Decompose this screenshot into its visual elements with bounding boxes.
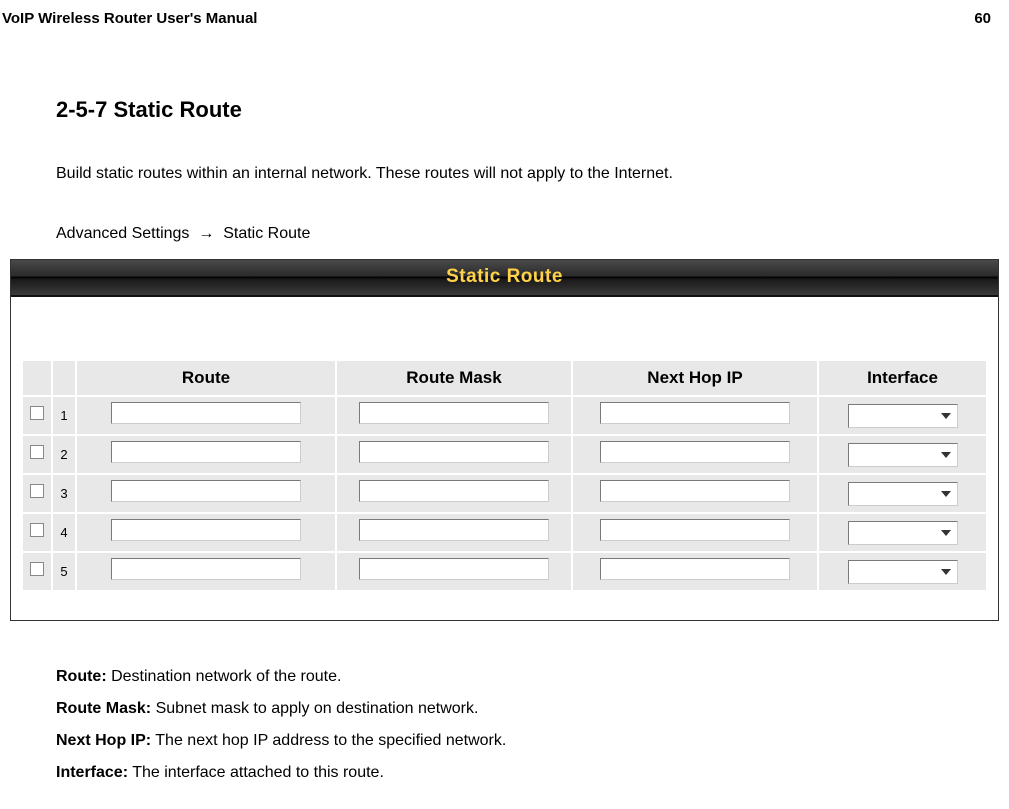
route-mask-input[interactable]	[359, 558, 549, 580]
interface-select[interactable]	[848, 560, 958, 584]
interface-select[interactable]	[848, 443, 958, 467]
route-input[interactable]	[111, 441, 301, 463]
breadcrumb-prefix: Advanced Settings	[56, 225, 189, 242]
row-number: 2	[53, 436, 75, 473]
route-input[interactable]	[111, 558, 301, 580]
col-mask-header: Route Mask	[337, 361, 571, 395]
section-intro: Build static routes within an internal n…	[56, 163, 1009, 185]
route-mask-input[interactable]	[359, 441, 549, 463]
chevron-down-icon	[941, 413, 951, 419]
row-number: 4	[53, 514, 75, 551]
chevron-down-icon	[941, 530, 951, 536]
route-mask-input[interactable]	[359, 480, 549, 502]
col-if-header: Interface	[819, 361, 986, 395]
col-route-header: Route	[77, 361, 335, 395]
panel-title: Static Route	[11, 260, 998, 297]
doc-title: VoIP Wireless Router User's Manual	[2, 10, 257, 27]
table-row: 1	[23, 397, 986, 434]
breadcrumb: Advanced Settings → Static Route	[56, 225, 1009, 243]
row-checkbox[interactable]	[30, 523, 44, 537]
page-number: 60	[974, 10, 991, 27]
chevron-down-icon	[941, 491, 951, 497]
def-route: Route: Destination network of the route.	[56, 661, 1009, 693]
static-route-screenshot: Static Route Route Route Mask Next Hop I…	[10, 259, 999, 621]
table-row: 2	[23, 436, 986, 473]
next-hop-input[interactable]	[600, 519, 790, 541]
table-row: 3	[23, 475, 986, 512]
chevron-down-icon	[941, 452, 951, 458]
def-route-mask: Route Mask: Subnet mask to apply on dest…	[56, 693, 1009, 725]
route-input[interactable]	[111, 480, 301, 502]
interface-select[interactable]	[848, 404, 958, 428]
row-checkbox[interactable]	[30, 445, 44, 459]
def-interface: Interface: The interface attached to thi…	[56, 757, 1009, 789]
route-input[interactable]	[111, 519, 301, 541]
next-hop-input[interactable]	[600, 402, 790, 424]
next-hop-input[interactable]	[600, 441, 790, 463]
table-row: 4	[23, 514, 986, 551]
col-check-header	[23, 361, 51, 395]
static-route-table: Route Route Mask Next Hop IP Interface 1…	[21, 359, 988, 592]
breadcrumb-target: Static Route	[223, 225, 310, 242]
interface-select[interactable]	[848, 521, 958, 545]
row-checkbox[interactable]	[30, 406, 44, 420]
def-next-hop: Next Hop IP: The next hop IP address to …	[56, 725, 1009, 757]
next-hop-input[interactable]	[600, 480, 790, 502]
field-definitions: Route: Destination network of the route.…	[0, 621, 1009, 789]
table-header-row: Route Route Mask Next Hop IP Interface	[23, 361, 986, 395]
row-number: 5	[53, 553, 75, 590]
row-checkbox[interactable]	[30, 484, 44, 498]
arrow-icon: →	[198, 225, 214, 242]
row-number: 3	[53, 475, 75, 512]
table-row: 5	[23, 553, 986, 590]
route-input[interactable]	[111, 402, 301, 424]
col-nh-header: Next Hop IP	[573, 361, 817, 395]
next-hop-input[interactable]	[600, 558, 790, 580]
interface-select[interactable]	[848, 482, 958, 506]
col-num-header	[53, 361, 75, 395]
route-mask-input[interactable]	[359, 402, 549, 424]
route-mask-input[interactable]	[359, 519, 549, 541]
section-heading: 2-5-7 Static Route	[56, 97, 1009, 123]
row-number: 1	[53, 397, 75, 434]
chevron-down-icon	[941, 569, 951, 575]
row-checkbox[interactable]	[30, 562, 44, 576]
